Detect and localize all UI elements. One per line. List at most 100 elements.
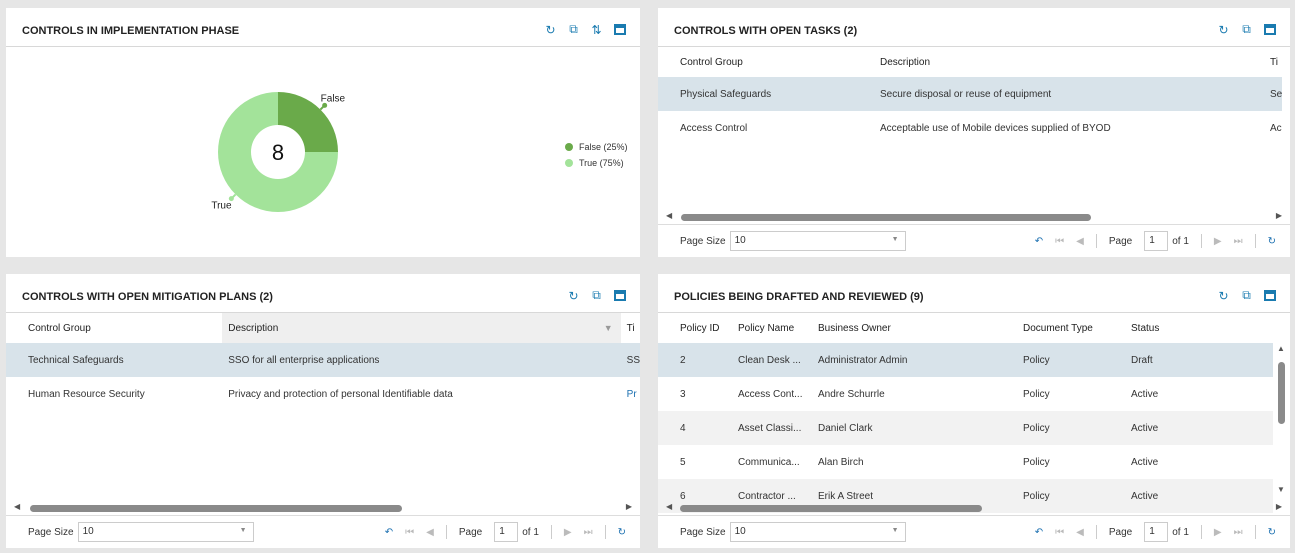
page-input[interactable]: 1: [494, 522, 519, 542]
cell: Privacy and protection of personal Ident…: [228, 388, 453, 400]
pager: Page Size 10 ↶ ⏮ ◀ Page 1of 1 ▶ ⏭ ↻: [658, 224, 1290, 257]
cell: Active: [1131, 456, 1159, 468]
page-size-select[interactable]: 10: [729, 522, 906, 542]
column-header[interactable]: Control Group: [658, 47, 858, 77]
cell: Access Cont...: [738, 388, 803, 400]
pager: Page Size 10 ↶ ⏮ ◀ Page 1of 1 ▶ ⏭ ↻: [6, 515, 640, 548]
cell: SS: [620, 343, 640, 377]
column-header[interactable]: Business Owner: [818, 313, 1023, 343]
column-header[interactable]: Policy ID: [658, 313, 738, 343]
export-icon[interactable]: ⧉: [590, 288, 603, 302]
table-row[interactable]: Technical Safeguards SSO for all enterpri…: [6, 343, 640, 377]
table-row[interactable]: Access Control Acceptable use of Mobile d…: [658, 111, 1282, 145]
cell: Acceptable use of Mobile devices supplie…: [880, 122, 1111, 134]
next-page-icon[interactable]: ▶: [1214, 527, 1222, 538]
cell: Se: [1248, 77, 1283, 111]
reset-icon[interactable]: ↶: [385, 527, 393, 538]
cell: Asset Classi...: [738, 411, 818, 445]
legend-item[interactable]: True (75%): [579, 158, 624, 168]
page-count: of 1: [522, 526, 539, 538]
first-page-icon[interactable]: ⏮: [1055, 527, 1064, 538]
last-page-icon[interactable]: ⏭: [584, 527, 593, 538]
last-page-icon[interactable]: ⏭: [1234, 236, 1243, 247]
maximize-icon[interactable]: [1263, 289, 1276, 302]
column-header[interactable]: Document Type: [1023, 313, 1131, 343]
column-header[interactable]: Status: [1131, 313, 1273, 343]
maximize-icon[interactable]: [613, 289, 626, 302]
cell: 5: [680, 456, 686, 468]
reset-icon[interactable]: ↶: [1035, 527, 1043, 538]
legend-swatch: [565, 143, 573, 151]
policies-table: Policy ID Policy Name Business Owner Docume…: [658, 313, 1273, 513]
vertical-scrollbar[interactable]: ▲ ▼: [1276, 344, 1286, 494]
cell: Ac: [1270, 122, 1282, 134]
filter-icon[interactable]: ▼: [604, 323, 613, 333]
donut-chart: False False (25%) True True (75%) 8: [211, 92, 628, 212]
cell: Policy: [1023, 456, 1050, 468]
cell: Alan Birch: [818, 456, 864, 468]
column-header[interactable]: Description: [858, 47, 1248, 77]
table-row[interactable]: Human Resource Security Privacy and prote…: [6, 377, 640, 411]
refresh-icon[interactable]: ↻: [567, 289, 580, 303]
refresh-icon[interactable]: ↻: [1268, 527, 1276, 538]
panel-title: POLICIES BEING DRAFTED AND REVIEWED (9): [674, 291, 924, 303]
slice-label: False: [321, 93, 346, 104]
maximize-icon[interactable]: [1263, 23, 1276, 36]
tasks-table: Control Group Description Ti Physical Safe…: [658, 47, 1283, 145]
panel-policies: POLICIES BEING DRAFTED AND REVIEWED (9) …: [658, 274, 1290, 548]
table-row[interactable]: 5 Communica... Alan Birch Policy Active: [658, 445, 1273, 479]
horizontal-scrollbar[interactable]: ◀ ▶: [14, 502, 632, 514]
page-input[interactable]: 1: [1144, 231, 1169, 251]
cell: Human Resource Security: [28, 388, 145, 400]
legend-item[interactable]: False (25%): [579, 142, 628, 152]
column-header[interactable]: Ti: [621, 313, 640, 343]
cell-link[interactable]: Pr: [621, 377, 640, 411]
cell: Andre Schurrle: [818, 388, 885, 400]
first-page-icon[interactable]: ⏮: [405, 527, 414, 538]
column-header[interactable]: Policy Name: [738, 313, 818, 343]
export-icon[interactable]: ⧉: [1240, 22, 1253, 36]
cell: Draft: [1131, 343, 1273, 377]
panel-open-tasks: CONTROLS WITH OPEN TASKS (2) ↻ ⧉ Control…: [658, 8, 1290, 257]
prev-page-icon[interactable]: ◀: [1076, 527, 1084, 538]
table-row[interactable]: Physical Safeguards Secure disposal or re…: [658, 77, 1283, 111]
cell: Technical Safeguards: [6, 343, 223, 377]
cell: Clean Desk ...: [738, 343, 818, 377]
next-page-icon[interactable]: ▶: [564, 527, 572, 538]
page-size-select[interactable]: 10: [729, 231, 906, 251]
reset-icon[interactable]: ↶: [1035, 236, 1043, 247]
table-row[interactable]: 3 Access Cont... Andre Schurrle Policy Activ…: [658, 377, 1273, 411]
first-page-icon[interactable]: ⏮: [1055, 236, 1064, 247]
page-count: of 1: [1172, 235, 1189, 247]
next-page-icon[interactable]: ▶: [1214, 236, 1222, 247]
prev-page-icon[interactable]: ◀: [426, 527, 434, 538]
refresh-icon[interactable]: ↻: [1217, 289, 1230, 303]
refresh-icon[interactable]: ↻: [1217, 23, 1230, 37]
page-input[interactable]: 1: [1144, 522, 1169, 542]
page-size-select[interactable]: 10: [77, 522, 254, 542]
cell: 4: [658, 411, 738, 445]
refresh-icon[interactable]: ↻: [618, 527, 626, 538]
table-row[interactable]: 4 Asset Classi... Daniel Clark Policy Active: [658, 411, 1273, 445]
table-row[interactable]: 2 Clean Desk ... Administrator Admin Policy…: [658, 343, 1273, 377]
column-header[interactable]: Description ▼: [222, 313, 621, 343]
legend-swatch: [565, 159, 573, 167]
panel-title: CONTROLS WITH OPEN MITIGATION PLANS (2): [22, 291, 273, 303]
page-label: Page: [458, 526, 483, 538]
export-icon[interactable]: ⧉: [1240, 288, 1253, 302]
last-page-icon[interactable]: ⏭: [1234, 527, 1243, 538]
column-header[interactable]: Ti: [1248, 47, 1282, 77]
cell: Administrator Admin: [818, 343, 1023, 377]
refresh-icon[interactable]: ↻: [1268, 236, 1276, 247]
cell: Access Control: [680, 122, 748, 134]
column-header[interactable]: Control Group: [6, 313, 222, 343]
pager: Page Size 10 ↶ ⏮ ◀ Page 1of 1 ▶ ⏭ ↻: [658, 515, 1290, 548]
horizontal-scrollbar[interactable]: ◀ ▶: [666, 211, 1282, 223]
page-size-label: Page Size: [680, 235, 726, 247]
prev-page-icon[interactable]: ◀: [1076, 236, 1084, 247]
cell: Physical Safeguards: [658, 77, 858, 111]
cell: Policy: [1023, 343, 1131, 377]
horizontal-scrollbar[interactable]: ◀ ▶: [666, 502, 1282, 514]
cell: Policy: [1023, 411, 1131, 445]
panel-title: CONTROLS WITH OPEN TASKS (2): [674, 25, 858, 37]
